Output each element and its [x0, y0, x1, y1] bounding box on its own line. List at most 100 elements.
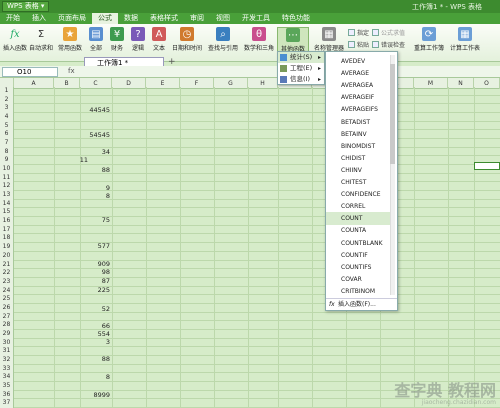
selected-cell[interactable]: [474, 162, 500, 170]
row-header[interactable]: 27: [0, 312, 14, 322]
specify-button[interactable]: 指定: [348, 28, 369, 37]
row-header[interactable]: 20: [0, 251, 14, 261]
menu-item-engineering[interactable]: 工程(E) ▸: [278, 63, 324, 74]
spreadsheet-grid[interactable]: 1 2 3 4 5 6 7 8 9 10 11 12 13 14 15 16 17 18 19 20 21 22 23 24 2…: [0, 87, 500, 408]
row-header[interactable]: 25: [0, 295, 14, 304]
datetime-button[interactable]: ◷ 日期和时间: [170, 27, 204, 61]
cell-value[interactable]: 9: [80, 184, 110, 192]
cell-value[interactable]: 44545: [80, 106, 110, 114]
row-header[interactable]: 17: [0, 225, 14, 235]
menu-item-statistics[interactable]: 统计(S) ▸: [278, 52, 324, 63]
row-header[interactable]: 7: [0, 139, 14, 148]
insert-function-menu-item[interactable]: fx 插入函数(F)...: [326, 298, 397, 310]
row-header[interactable]: 34: [0, 373, 14, 382]
function-item-avedev[interactable]: AVEDEV: [326, 55, 390, 68]
row-header[interactable]: 4: [0, 113, 14, 122]
common-functions-button[interactable]: ★ 常用函数: [56, 27, 84, 61]
cell-value[interactable]: 87: [80, 277, 110, 285]
cell-value[interactable]: 54545: [80, 131, 110, 139]
row-header[interactable]: 23: [0, 277, 14, 287]
cell-value[interactable]: 554: [80, 330, 110, 338]
row-header[interactable]: 33: [0, 364, 14, 374]
row-header[interactable]: 3: [0, 104, 14, 114]
function-item-chiinv[interactable]: CHIINV: [326, 164, 390, 177]
row-header[interactable]: 22: [0, 269, 14, 278]
cell-value[interactable]: 66: [80, 322, 110, 330]
function-item-betainv[interactable]: BETAINV: [326, 128, 390, 141]
cell-value[interactable]: 8999: [80, 391, 110, 399]
row-header[interactable]: 36: [0, 390, 14, 400]
menu-developer[interactable]: 开发工具: [236, 13, 276, 24]
lookup-button[interactable]: ⌕ 查找与引用: [205, 27, 241, 61]
row-header[interactable]: 6: [0, 130, 14, 140]
row-header[interactable]: 29: [0, 329, 14, 339]
scrollbar-thumb[interactable]: [390, 64, 395, 164]
function-item-binomdist[interactable]: BINOMDIST: [326, 140, 390, 153]
all-functions-button[interactable]: ▤ 全部: [86, 27, 106, 61]
row-header[interactable]: 15: [0, 208, 14, 218]
row-header[interactable]: 9: [0, 156, 14, 166]
row-header[interactable]: 19: [0, 243, 14, 252]
cell-value[interactable]: 75: [80, 216, 110, 224]
math-button[interactable]: θ 数学和三角: [242, 27, 276, 61]
function-item-averagea[interactable]: AVERAGEA: [326, 79, 390, 92]
function-item-correl[interactable]: CORREL: [326, 200, 390, 213]
row-header[interactable]: 16: [0, 217, 14, 226]
menu-formulas[interactable]: 公式: [92, 13, 118, 24]
cell-value[interactable]: 88: [80, 166, 110, 174]
function-item-countifs[interactable]: COUNTIFS: [326, 261, 390, 274]
function-item-averageifs[interactable]: AVERAGEIFS: [326, 103, 390, 116]
row-header[interactable]: 11: [0, 173, 14, 183]
menu-review[interactable]: 审阅: [184, 13, 210, 24]
row-header[interactable]: 21: [0, 260, 14, 270]
row-header[interactable]: 2: [0, 95, 14, 105]
function-item-average[interactable]: AVERAGE: [326, 67, 390, 80]
text-button[interactable]: A 文本: [149, 27, 169, 61]
row-header[interactable]: 12: [0, 182, 14, 192]
logical-button[interactable]: ? 逻辑: [128, 27, 148, 61]
menu-special[interactable]: 特色功能: [276, 13, 316, 24]
menu-home[interactable]: 开始: [0, 13, 26, 24]
function-item-countblank[interactable]: COUNTBLANK: [326, 237, 390, 250]
row-header[interactable]: 1: [0, 87, 14, 96]
row-header[interactable]: 14: [0, 199, 14, 209]
row-header[interactable]: 30: [0, 338, 14, 348]
function-item-chidist[interactable]: CHIDIST: [326, 152, 390, 165]
function-item-counta[interactable]: COUNTA: [326, 224, 390, 237]
row-header[interactable]: 13: [0, 191, 14, 200]
paste-button[interactable]: 粘贴: [348, 40, 369, 49]
function-item-count[interactable]: COUNT: [326, 212, 390, 226]
cell-value[interactable]: 11: [54, 156, 88, 164]
finance-button[interactable]: ¥ 财务: [107, 27, 127, 61]
function-item-chitest[interactable]: CHITEST: [326, 176, 390, 189]
row-header[interactable]: 18: [0, 234, 14, 244]
row-header[interactable]: 35: [0, 381, 14, 391]
cell-value[interactable]: 88: [80, 355, 110, 363]
row-header[interactable]: 31: [0, 347, 14, 356]
fx-icon[interactable]: fx: [68, 67, 75, 75]
row-header[interactable]: 26: [0, 303, 14, 313]
calc-sheet-button[interactable]: ▦ 计算工作表: [448, 27, 482, 61]
function-item-countif[interactable]: COUNTIF: [326, 249, 390, 262]
menu-table-style[interactable]: 表格样式: [144, 13, 184, 24]
app-menu-button[interactable]: WPS 表格 ▾: [2, 1, 50, 12]
cell-value[interactable]: 52: [80, 305, 110, 313]
function-item-averageif[interactable]: AVERAGEIF: [326, 91, 390, 104]
function-item-covar[interactable]: COVAR: [326, 273, 390, 286]
menu-page-layout[interactable]: 页面布局: [52, 13, 92, 24]
cell-value[interactable]: 225: [80, 286, 110, 294]
menu-insert[interactable]: 插入: [26, 13, 52, 24]
cell-value[interactable]: 34: [80, 148, 110, 156]
cell-value[interactable]: 577: [80, 242, 110, 250]
row-header[interactable]: 24: [0, 286, 14, 296]
insert-function-button[interactable]: fx 插入函数: [2, 27, 28, 61]
cell-value[interactable]: 98: [80, 268, 110, 276]
cell-value[interactable]: 3: [80, 338, 110, 346]
function-item-critbinom[interactable]: CRITBINOM: [326, 285, 390, 298]
name-box[interactable]: O10: [2, 67, 58, 77]
error-check-button[interactable]: 错误检查: [372, 40, 405, 49]
menu-data[interactable]: 数据: [118, 13, 144, 24]
row-header[interactable]: 32: [0, 355, 14, 365]
row-header[interactable]: 5: [0, 121, 14, 131]
row-header[interactable]: 8: [0, 147, 14, 157]
